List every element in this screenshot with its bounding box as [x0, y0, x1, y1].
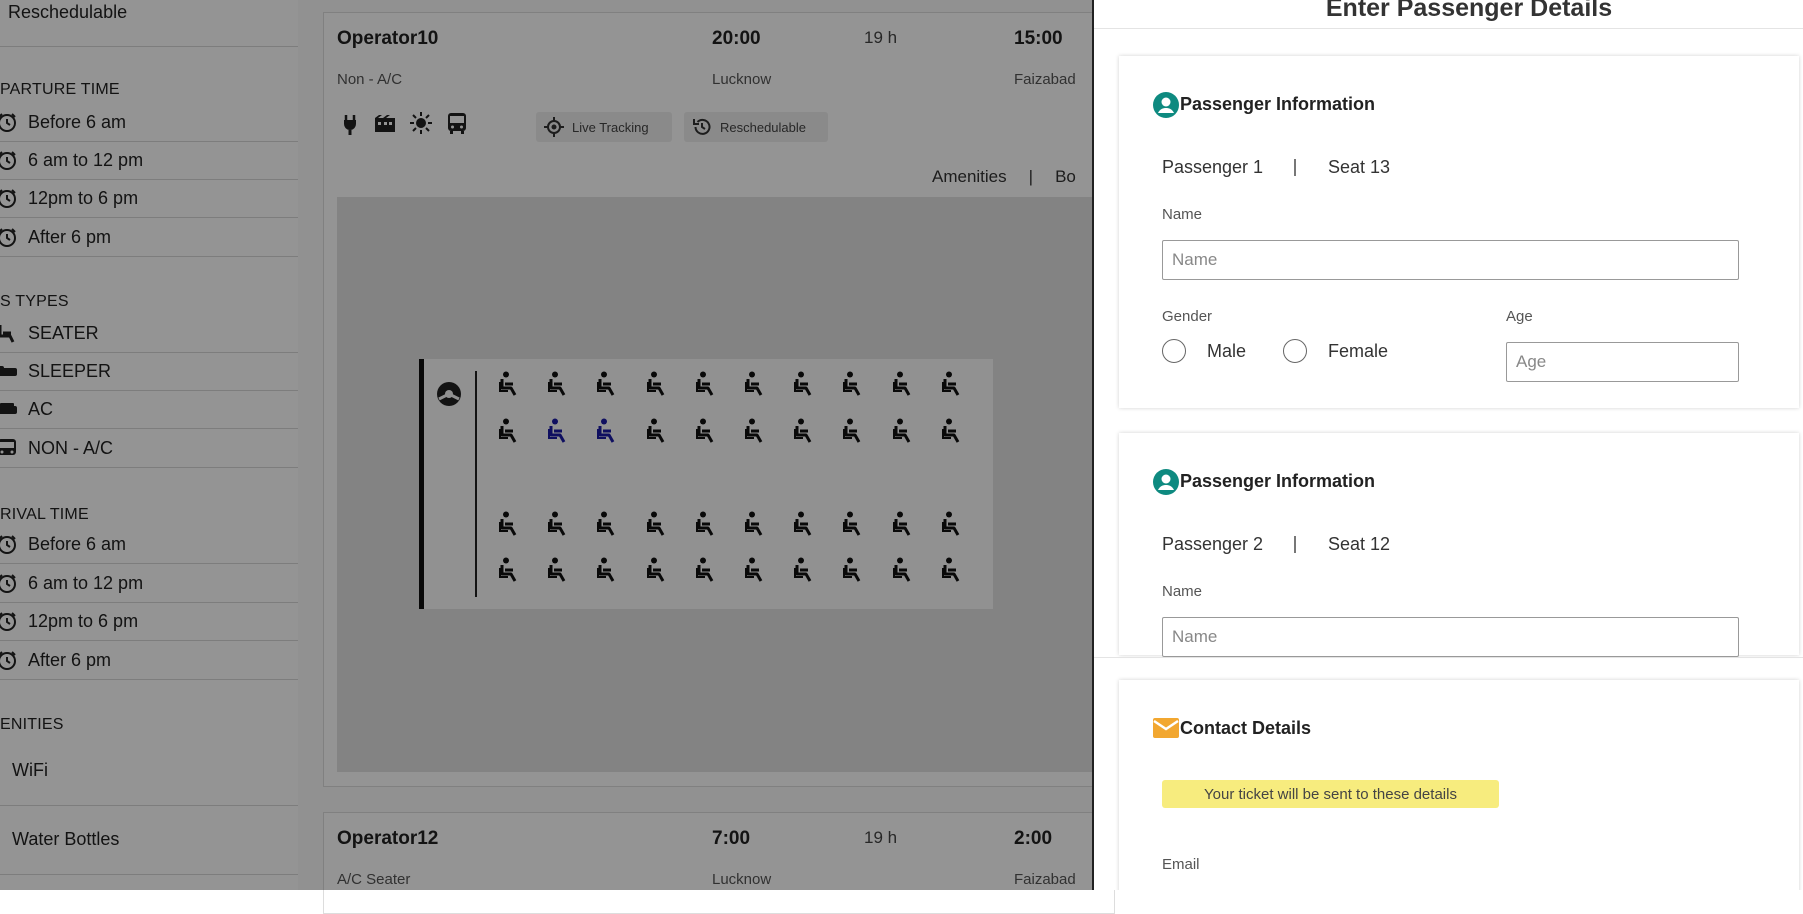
gender-label: Gender: [1162, 308, 1213, 325]
gender-female-label[interactable]: Female: [1328, 341, 1388, 362]
gender-female-radio[interactable]: [1283, 339, 1307, 363]
gender-male-radio[interactable]: [1162, 339, 1186, 363]
name-label: Name: [1162, 206, 1203, 223]
mail-icon: [1152, 716, 1180, 744]
modal-backdrop[interactable]: [0, 0, 1093, 890]
passenger-info-heading: Passenger Information: [1180, 94, 1376, 114]
age-label: Age: [1506, 308, 1533, 325]
passenger-card-2: Passenger Information Passenger 2 Seat 1…: [1119, 433, 1799, 657]
seat-number: Seat 13: [1328, 157, 1391, 177]
contact-details-card: Contact Details Your ticket will be sent…: [1119, 680, 1799, 890]
ticket-info-note: Your ticket will be sent to these detail…: [1162, 780, 1499, 808]
passenger-number: Passenger 1: [1162, 157, 1264, 177]
age-input[interactable]: [1506, 342, 1739, 382]
email-label: Email: [1162, 856, 1200, 873]
contact-details-heading: Contact Details: [1180, 718, 1312, 738]
passenger-card-1: Passenger Information Passenger 1 Seat 1…: [1119, 56, 1799, 408]
name-input[interactable]: [1162, 617, 1739, 657]
passenger-info-heading: Passenger Information: [1180, 471, 1376, 491]
drawer-title: Enter Passenger Details: [1325, 0, 1613, 22]
passenger-details-drawer: Enter Passenger Details Passenger Inform…: [1092, 0, 1803, 890]
gender-male-label[interactable]: Male: [1207, 341, 1246, 362]
passenger-number: Passenger 2: [1162, 534, 1264, 554]
seat-number: Seat 12: [1328, 534, 1391, 554]
account-circle-icon: [1152, 91, 1180, 119]
account-circle-icon: [1152, 468, 1180, 496]
name-label: Name: [1162, 583, 1203, 600]
name-input[interactable]: [1162, 240, 1739, 280]
